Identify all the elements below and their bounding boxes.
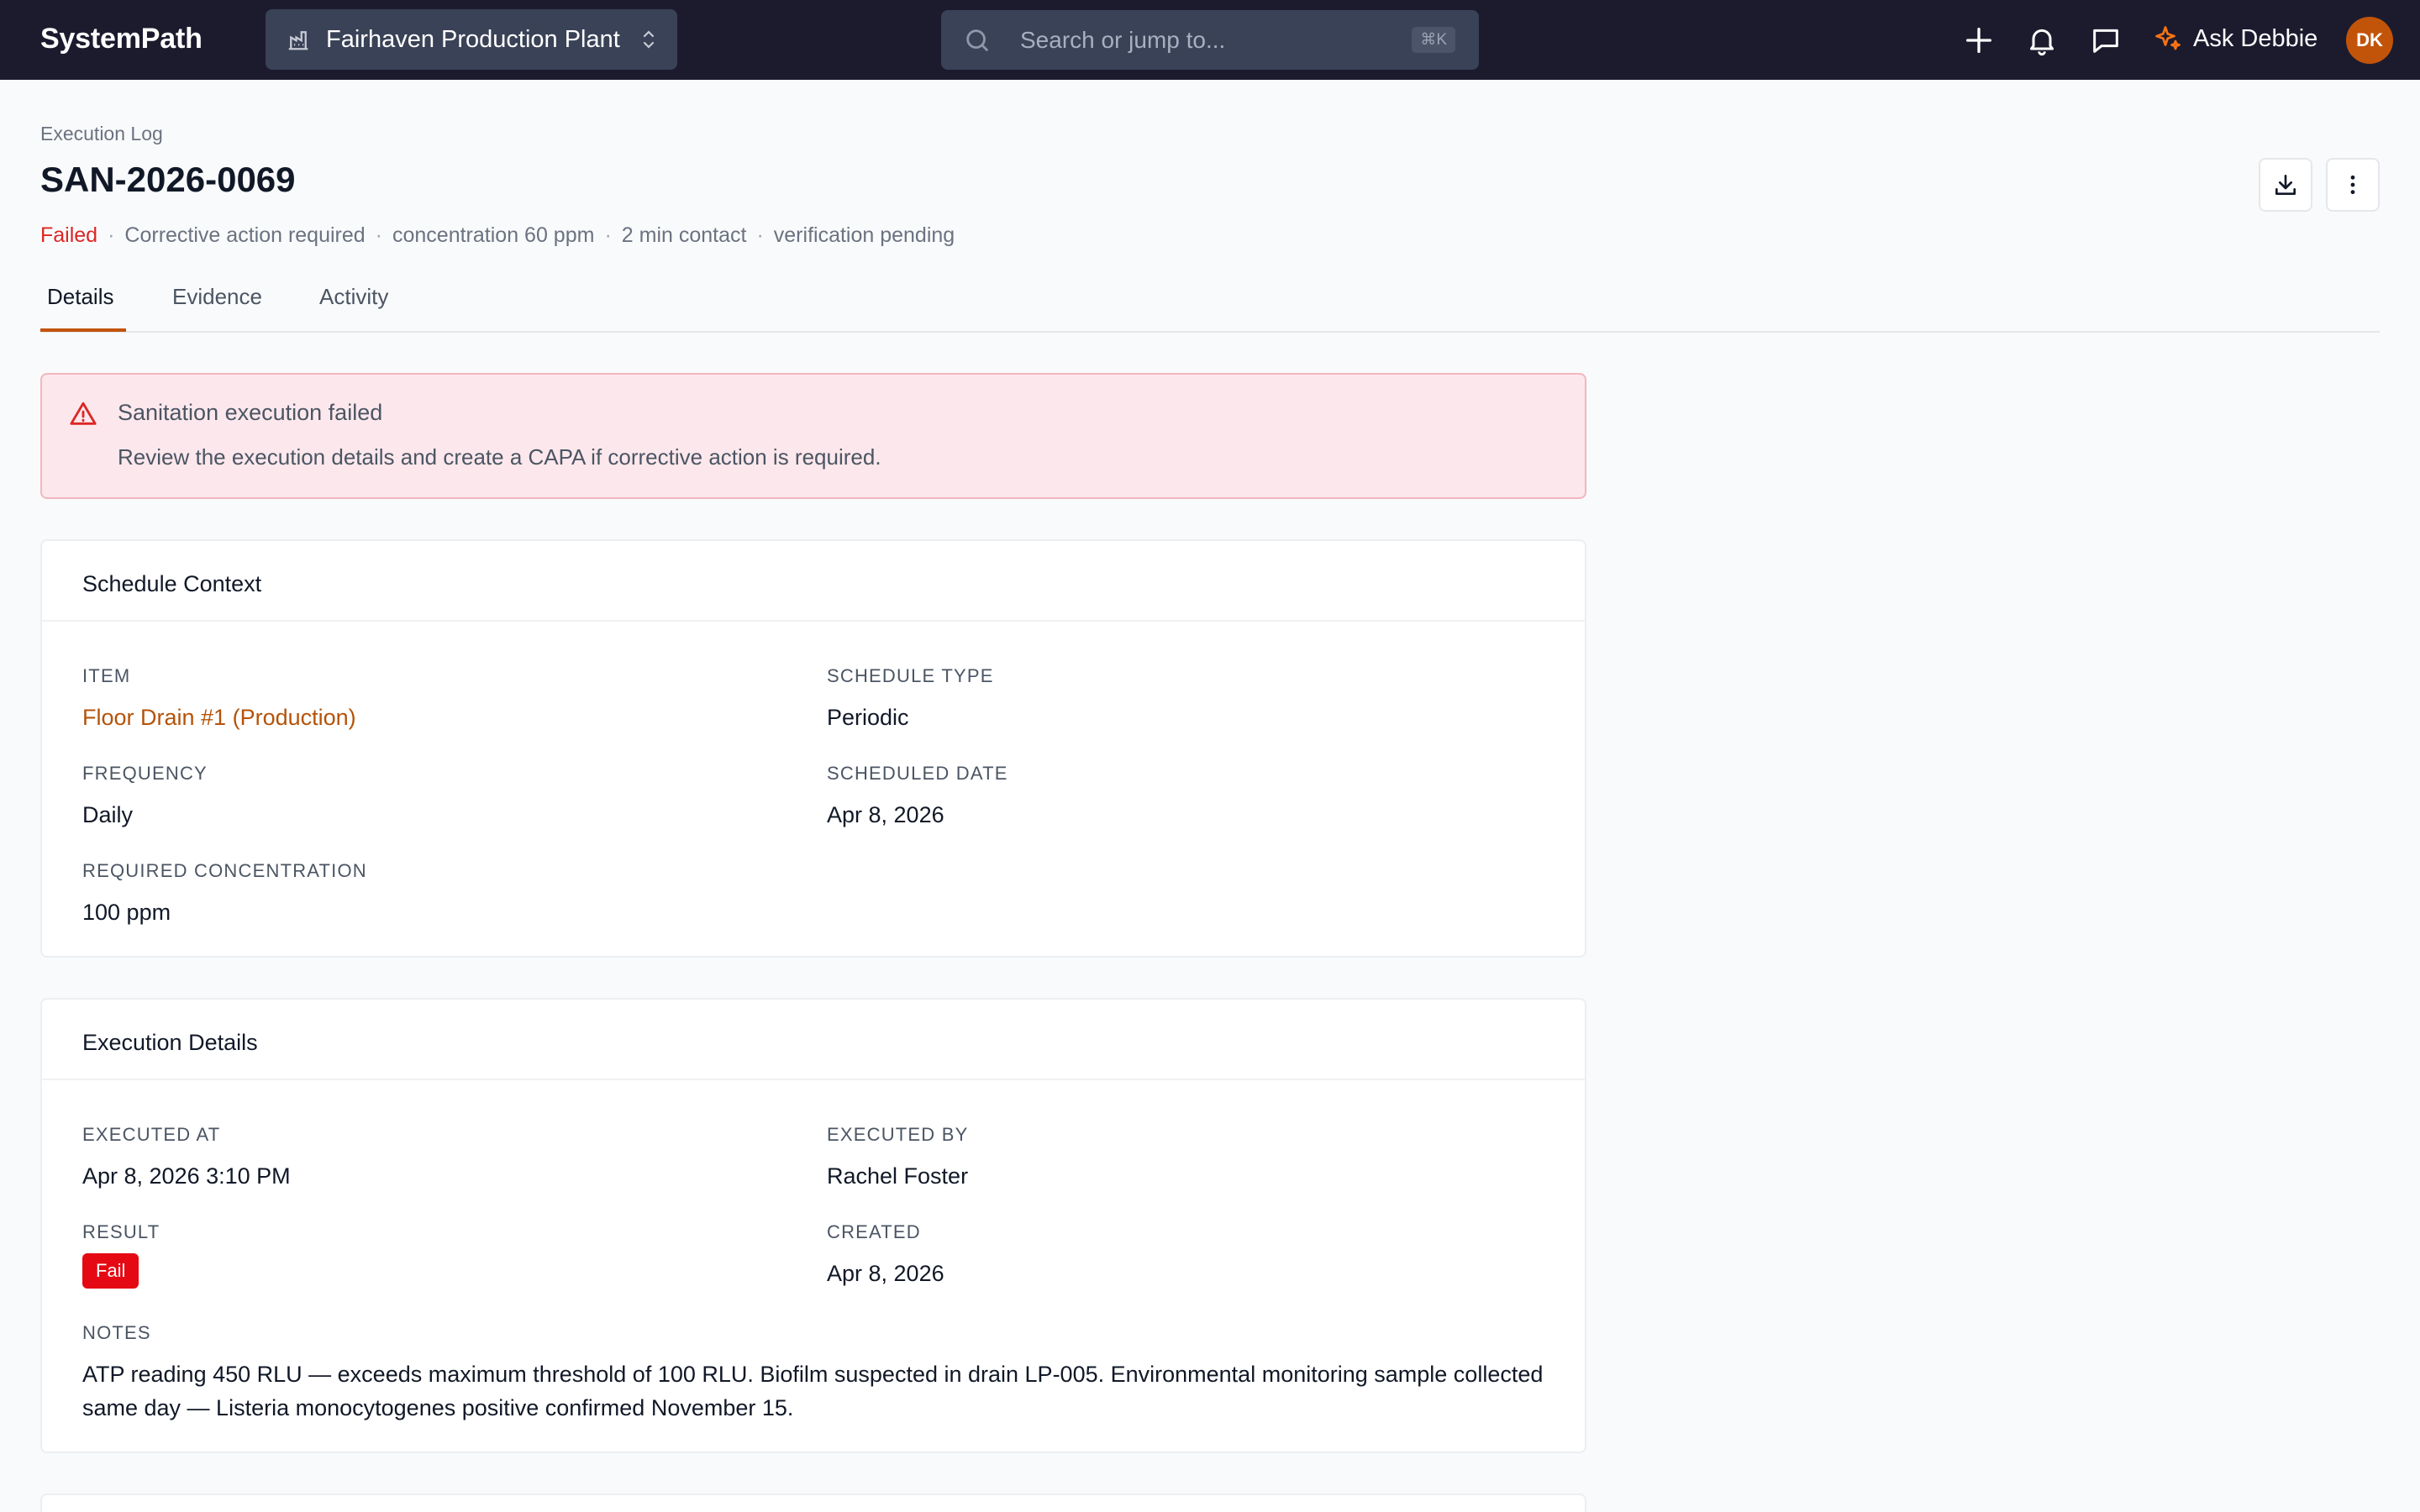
app-logo[interactable]: SystemPath [40, 23, 203, 55]
card-title: Execution Details [42, 1000, 1585, 1080]
failure-alert: Sanitation execution failed Review the e… [40, 373, 1586, 499]
bell-icon[interactable] [2025, 24, 2059, 57]
status-meta: Failed · Corrective action required · co… [40, 223, 955, 248]
page-title: SAN-2026-0069 [40, 160, 296, 199]
meta-separator: · [108, 223, 115, 247]
field-label: ITEM [82, 665, 131, 686]
meta-item: concentration 60 ppm [392, 223, 595, 247]
field-label: SCHEDULED DATE [827, 763, 1008, 784]
plant-selector-label: Fairhaven Production Plant [326, 25, 620, 53]
execution-details-card: Execution Details EXECUTED AT Apr 8, 202… [40, 998, 1586, 1453]
field-value: Apr 8, 2026 [827, 802, 944, 827]
search-placeholder: Search or jump to... [1020, 26, 1226, 53]
tab-details[interactable]: Details [47, 284, 113, 327]
item-field: ITEM Floor Drain #1 (Production) [82, 665, 356, 731]
alert-title: Sanitation execution failed [118, 400, 383, 425]
field-label: SCHEDULE TYPE [827, 665, 994, 686]
frequency-field: FREQUENCY Daily [82, 763, 208, 828]
download-button[interactable] [2259, 158, 2312, 212]
chevron-up-down-icon [643, 30, 655, 49]
scheduled-date-field: SCHEDULED DATE Apr 8, 2026 [827, 763, 1008, 828]
executed-by-field: EXECUTED BY Rachel Foster [827, 1124, 968, 1189]
field-label: FREQUENCY [82, 763, 208, 784]
active-tab-indicator [40, 328, 126, 332]
search-icon [966, 29, 988, 51]
status-text: Failed [40, 223, 98, 247]
executed-at-field: EXECUTED AT Apr 8, 2026 3:10 PM [82, 1124, 291, 1189]
field-value: Rachel Foster [827, 1163, 969, 1189]
tab-activity[interactable]: Activity [319, 284, 388, 327]
meta-item: 2 min contact [621, 223, 747, 247]
field-value: Apr 8, 2026 3:10 PM [82, 1163, 291, 1189]
plant-selector[interactable]: Fairhaven Production Plant [266, 9, 677, 70]
tab-bar: Details Evidence Activity [40, 277, 2380, 333]
alert-message: Review the execution details and create … [118, 444, 881, 470]
meta-separator: · [375, 223, 382, 247]
field-label: EXECUTED AT [82, 1124, 221, 1145]
field-label: RESULT [82, 1221, 160, 1242]
result-field: RESULT Fail [82, 1221, 160, 1289]
field-label: CREATED [827, 1221, 921, 1242]
download-icon [2275, 175, 2296, 195]
top-navigation: SystemPath Fairhaven Production Plant Se… [0, 0, 2420, 80]
field-label: EXECUTED BY [827, 1124, 969, 1145]
field-value: 100 ppm [82, 900, 171, 925]
search-shortcut: ⌘K [1412, 27, 1455, 53]
ask-debbie-label: Ask Debbie [2193, 24, 2318, 52]
avatar[interactable]: DK [2346, 17, 2393, 64]
field-label: NOTES [82, 1322, 151, 1343]
notes-text: ATP reading 450 RLU — exceeds maximum th… [82, 1362, 1544, 1420]
meta-separator: · [756, 223, 764, 247]
created-field: CREATED Apr 8, 2026 [827, 1221, 944, 1287]
field-value: Apr 8, 2026 [827, 1261, 944, 1286]
more-vertical-icon [2350, 175, 2355, 195]
card-title: Schedule Context [42, 541, 1585, 622]
field-value: Daily [82, 802, 134, 827]
warning-triangle-icon [70, 402, 97, 425]
sparkle-icon [2155, 26, 2181, 50]
meta-item: verification pending [773, 223, 955, 247]
chat-icon[interactable] [2089, 24, 2123, 57]
tab-evidence[interactable]: Evidence [172, 284, 262, 327]
item-link[interactable]: Floor Drain #1 (Production) [82, 705, 356, 731]
field-label: REQUIRED CONCENTRATION [82, 860, 367, 881]
result-badge: Fail [82, 1253, 139, 1289]
more-options-button[interactable] [2326, 158, 2380, 212]
ask-debbie-button[interactable]: Ask Debbie [2153, 24, 2317, 54]
breadcrumb[interactable]: Execution Log [40, 123, 163, 145]
building-icon [288, 31, 308, 50]
schedule-type-field: SCHEDULE TYPE Periodic [827, 665, 994, 731]
search-input[interactable]: Search or jump to... ⌘K [941, 10, 1479, 70]
schedule-context-card: Schedule Context ITEM Floor Drain #1 (Pr… [40, 539, 1586, 958]
next-card [40, 1494, 1586, 1512]
notes-field: NOTES ATP reading 450 RLU — exceeds maxi… [82, 1322, 1561, 1425]
field-value: Periodic [827, 705, 909, 730]
required-concentration-field: REQUIRED CONCENTRATION 100 ppm [82, 860, 367, 926]
meta-separator: · [604, 223, 612, 247]
meta-item: Corrective action required [124, 223, 366, 247]
plus-icon[interactable] [1962, 24, 1996, 57]
